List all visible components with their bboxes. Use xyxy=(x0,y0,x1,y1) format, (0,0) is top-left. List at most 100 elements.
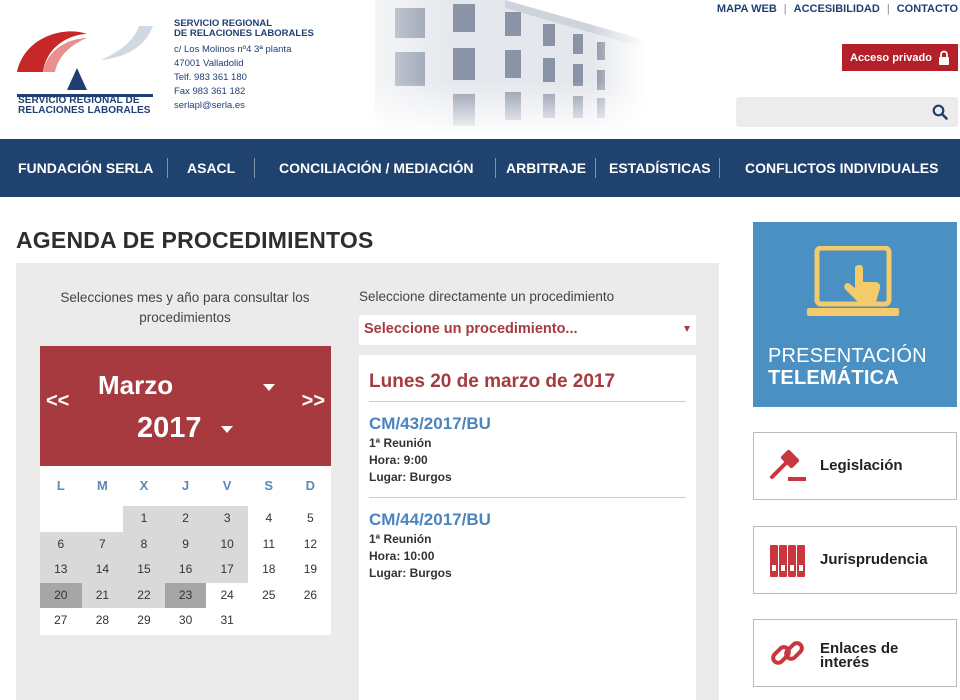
calendar-day[interactable]: 3 xyxy=(206,506,248,532)
calendar-day[interactable]: 25 xyxy=(248,583,290,609)
calendar-day[interactable]: 28 xyxy=(82,608,124,634)
page: SERVICIO REGIONAL DE RELACIONES LABORALE… xyxy=(0,0,960,700)
next-month-button[interactable]: >> xyxy=(302,390,325,413)
nav-separator xyxy=(167,158,168,178)
search-icon[interactable] xyxy=(932,104,948,120)
link-mapa-web[interactable]: MAPA WEB xyxy=(717,3,777,15)
search-box xyxy=(736,97,958,127)
nav-asacl[interactable]: ASACL xyxy=(187,139,235,197)
calendar-day[interactable]: 17 xyxy=(206,557,248,583)
jurisprudence-button[interactable]: Jurisprudencia xyxy=(753,526,957,594)
org-name: SERVICIO REGIONAL DE RELACIONES LABORALE… xyxy=(174,18,314,39)
legislation-label: Legislación xyxy=(820,457,903,474)
month-dropdown-icon[interactable] xyxy=(263,384,275,391)
procedure-code[interactable]: CM/43/2017/BU xyxy=(369,414,491,434)
calendar-day[interactable]: 30 xyxy=(165,608,207,634)
calendar-day[interactable]: 23 xyxy=(164,582,207,609)
calendar-day[interactable]: 10 xyxy=(206,531,248,558)
calendar-day[interactable]: 29 xyxy=(123,608,165,634)
calendar-day[interactable]: 5 xyxy=(290,506,332,532)
calendar-day[interactable]: 22 xyxy=(123,582,165,609)
calendar-day[interactable]: 7 xyxy=(81,531,124,558)
chain-link-icon xyxy=(771,641,804,665)
procedure-select[interactable]: Seleccione un procedimiento... xyxy=(359,315,696,345)
nav-conflictos-individuales[interactable]: CONFLICTOS INDIVIDUALES xyxy=(745,139,938,197)
jurisprudence-label: Jurisprudencia xyxy=(820,551,928,568)
gavel-icon xyxy=(770,449,806,481)
year-dropdown-icon[interactable] xyxy=(221,426,233,433)
telematic-label-2: TELEMÁTICA xyxy=(768,367,899,389)
separator: | xyxy=(783,3,787,15)
page-title: AGENDA DE PROCEDIMIENTOS xyxy=(16,227,374,253)
calendar-instructions: Selecciones mes y año para consultar los… xyxy=(60,290,310,325)
nav-conciliacion-mediacion[interactable]: CONCILIACIÓN / MEDIACIÓN xyxy=(279,139,473,197)
access-private-button[interactable]: Acceso privado xyxy=(842,44,958,71)
weekday-label: X xyxy=(139,478,149,493)
calendar-day[interactable]: 18 xyxy=(248,557,290,583)
calendar-day[interactable]: 21 xyxy=(81,582,124,609)
calendar-day[interactable]: 4 xyxy=(248,506,290,532)
nav-estadisticas[interactable]: ESTADÍSTICAS xyxy=(609,139,711,197)
separator: | xyxy=(886,3,890,15)
weekday-label: V xyxy=(222,478,232,493)
calendar-day[interactable]: 19 xyxy=(290,557,332,583)
legislation-button[interactable]: Legislación xyxy=(753,432,957,500)
calendar-day[interactable]: 12 xyxy=(290,532,332,558)
calendar-day[interactable]: 26 xyxy=(290,583,332,609)
procedure-meeting: 1ª Reunión xyxy=(369,436,432,450)
divider xyxy=(369,401,686,402)
weekday-header: L M X J V S D xyxy=(40,466,331,506)
access-label: Acceso privado xyxy=(850,51,932,64)
nav-separator xyxy=(495,158,496,178)
main-nav: FUNDACIÓN SERLA ASACL CONCILIACIÓN / MED… xyxy=(0,139,960,197)
contact-info: SERVICIO REGIONAL DE RELACIONES LABORALE… xyxy=(174,19,314,113)
binders-icon xyxy=(770,545,805,577)
telematic-presentation-button[interactable]: PRESENTACIÓN TELEMÁTICA xyxy=(753,222,957,407)
calendar-day[interactable]: 14 xyxy=(81,557,124,583)
procedure-place: Lugar: Burgos xyxy=(369,566,452,580)
nav-fundacion-serla[interactable]: FUNDACIÓN SERLA xyxy=(18,139,153,197)
address: c/ Los Molinos nº4 3ª planta xyxy=(174,44,292,55)
lock-icon xyxy=(939,50,949,65)
calendar-day[interactable]: 11 xyxy=(248,532,290,558)
building-image xyxy=(375,0,645,135)
search-input[interactable] xyxy=(736,97,926,127)
header: SERVICIO REGIONAL DE RELACIONES LABORALE… xyxy=(0,0,960,138)
procedure-time: Hora: 9:00 xyxy=(369,453,428,467)
monitor-hand-icon xyxy=(807,246,899,316)
calendar-header: << Marzo 2017 >> xyxy=(40,346,331,466)
nav-separator xyxy=(254,158,255,178)
year-select[interactable]: 2017 xyxy=(137,412,202,445)
link-accesibilidad[interactable]: ACCESIBILIDAD xyxy=(794,3,880,15)
calendar-day[interactable]: 2 xyxy=(164,506,207,532)
procedure-info: 1ª Reunión Hora: 9:00 Lugar: Burgos xyxy=(369,435,452,486)
links-of-interest-button[interactable]: Enlaces de interés xyxy=(753,619,957,687)
calendar-day[interactable]: 27 xyxy=(40,608,82,634)
calendar-day[interactable]: 31 xyxy=(206,608,248,634)
month-select[interactable]: Marzo xyxy=(98,370,173,401)
procedure-select-value: Seleccione un procedimiento... xyxy=(364,321,578,337)
calendar-day[interactable]: 13 xyxy=(40,557,82,583)
nav-separator xyxy=(719,158,720,178)
calendar-day[interactable]: 15 xyxy=(123,557,165,583)
selected-date: Lunes 20 de marzo de 2017 xyxy=(369,371,616,392)
procedure-time: Hora: 10:00 xyxy=(369,549,435,563)
calendar-day[interactable]: 1 xyxy=(123,506,165,532)
procedure-instructions: Seleccione directamente un procedimiento xyxy=(359,289,615,304)
prev-month-button[interactable]: << xyxy=(46,390,69,413)
calendar-day[interactable]: 9 xyxy=(164,531,207,558)
weekday-label: L xyxy=(56,478,65,493)
calendar-day[interactable]: 6 xyxy=(40,531,82,558)
weekday-label: J xyxy=(181,478,190,493)
calendar-day[interactable]: 16 xyxy=(164,557,207,583)
procedure-code[interactable]: CM/44/2017/BU xyxy=(369,510,491,530)
email[interactable]: serlapl@serla.es xyxy=(174,99,314,113)
calendar-day[interactable]: 8 xyxy=(123,531,165,558)
procedure-info: 1ª Reunión Hora: 10:00 Lugar: Burgos xyxy=(369,531,452,582)
calendar-day[interactable]: 20 xyxy=(40,582,82,609)
link-contacto[interactable]: CONTACTO xyxy=(897,3,958,15)
nav-arbitraje[interactable]: ARBITRAJE xyxy=(506,139,586,197)
weekday-label: M xyxy=(96,478,108,493)
calendar-day[interactable]: 24 xyxy=(206,583,248,609)
divider xyxy=(369,497,686,498)
